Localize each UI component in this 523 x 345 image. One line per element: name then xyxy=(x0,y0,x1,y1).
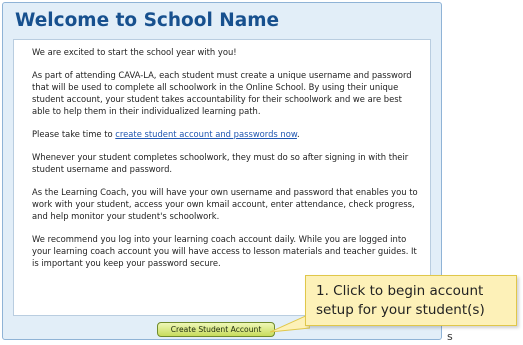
create-account-text-before: Please take time to xyxy=(32,129,116,139)
stray-character: s xyxy=(447,330,453,343)
page-title: Welcome to School Name xyxy=(15,10,280,31)
callout-line-2: setup for your student(s) xyxy=(316,302,485,318)
paragraph-account-requirement: As part of attending CAVA-LA, each stude… xyxy=(32,70,412,116)
paragraph-schoolwork-signin: Whenever your student completes schoolwo… xyxy=(32,152,409,174)
paragraph-recommendation: We recommend you log into your learning … xyxy=(32,234,417,268)
paragraph-learning-coach: As the Learning Coach, you will have you… xyxy=(32,187,418,221)
create-account-text-after: . xyxy=(296,129,300,139)
paragraph-intro: We are excited to start the school year … xyxy=(32,47,237,57)
create-student-account-button[interactable]: Create Student Account xyxy=(157,322,275,337)
create-account-link[interactable]: create student account and passwords now xyxy=(115,129,297,139)
instruction-callout: 1. Click to begin account setup for your… xyxy=(305,275,517,326)
callout-line-1: 1. Click to begin account xyxy=(316,283,484,299)
paragraph-create-account: Please take time to create student accou… xyxy=(32,128,418,140)
callout-pointer-icon xyxy=(270,313,310,333)
